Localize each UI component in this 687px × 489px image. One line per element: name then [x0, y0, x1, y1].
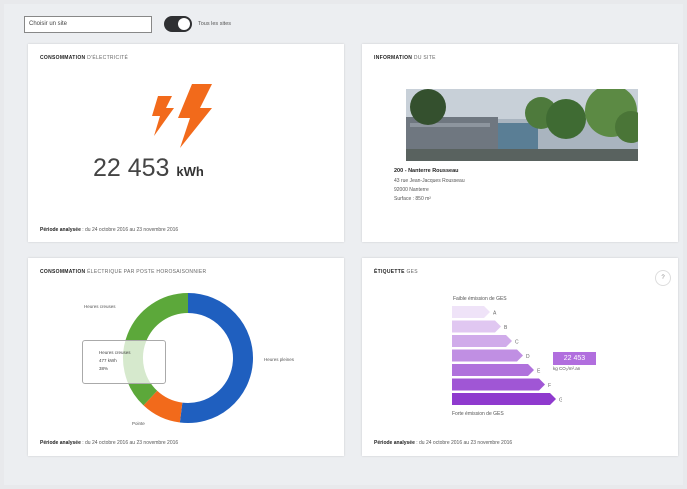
electricity-card-title: CONSOMMATION D'ÉLECTRICITÉ — [40, 55, 129, 61]
site-address-1: 43 rue Jean-Jacques Rousseau — [394, 178, 465, 184]
toggle-knob — [178, 18, 190, 30]
svg-text:G: G — [559, 398, 562, 404]
ges-high-label: Forte émission de GES — [452, 411, 504, 417]
chart-tooltip: Heures creuses 477 kWh 38% — [82, 340, 166, 384]
svg-text:C: C — [515, 340, 519, 346]
svg-text:A: A — [493, 311, 497, 317]
electricity-period: Période analysée : du 24 octobre 2016 au… — [40, 227, 179, 233]
toolbar: Choisir un site Tous les sites — [24, 13, 231, 35]
ges-unit: kg CO₂/m².an — [553, 366, 581, 371]
ges-class-e: E — [452, 364, 541, 376]
donut-slice-heures-pleines[interactable] — [179, 293, 253, 423]
electricity-value: 22 453 kWh — [93, 154, 204, 182]
hourly-card-title: CONSOMMATION ÉLECTRIQUE PAR POSTE HOROSA… — [40, 269, 207, 275]
all-sites-toggle[interactable] — [164, 16, 192, 32]
ges-scale: A B C D E F G — [452, 306, 562, 405]
donut-slice-pointe[interactable] — [143, 390, 183, 423]
lightning-icon — [152, 84, 212, 148]
svg-text:B: B — [504, 325, 508, 331]
site-info-card: INFORMATION DU SITE 200 - Nanterre Rouss… — [362, 44, 678, 242]
toggle-label: Tous les sites — [198, 21, 232, 27]
ges-class-b: B — [452, 320, 508, 333]
ges-class-c: C — [452, 335, 519, 347]
legend-heures-pleines: Heures pleines — [264, 357, 295, 362]
svg-text:E: E — [537, 369, 541, 375]
ges-class-f: F — [452, 378, 551, 391]
ges-value-badge: 22 453 — [553, 352, 596, 365]
help-icon[interactable]: ? — [655, 270, 671, 286]
hourly-period: Période analysée : du 24 octobre 2016 au… — [40, 440, 179, 446]
site-address-2: 92000 Nanterre — [394, 187, 429, 193]
site-surface: Surface : 850 m² — [394, 196, 431, 202]
electricity-card: CONSOMMATION D'ÉLECTRICITÉ Période analy… — [28, 44, 344, 242]
site-select[interactable]: Choisir un site — [24, 15, 152, 33]
ges-card-title: ÉTIQUETTE GES — [374, 269, 418, 275]
ges-period: Période analysée : du 24 octobre 2016 au… — [374, 440, 513, 446]
ges-low-label: Faible émission de GES — [453, 296, 507, 302]
site-photo — [406, 89, 638, 161]
ges-class-g: G — [452, 393, 562, 405]
ges-class-d: D — [452, 349, 530, 362]
legend-heures-creuses: Heures creuses — [84, 304, 116, 309]
ges-class-a: A — [452, 306, 497, 318]
svg-text:D: D — [526, 354, 530, 360]
legend-pointe: Pointe — [132, 421, 145, 426]
svg-text:F: F — [548, 383, 551, 389]
site-info-card-title: INFORMATION DU SITE — [374, 55, 436, 61]
site-name: 200 - Nanterre Rousseau — [394, 168, 459, 174]
